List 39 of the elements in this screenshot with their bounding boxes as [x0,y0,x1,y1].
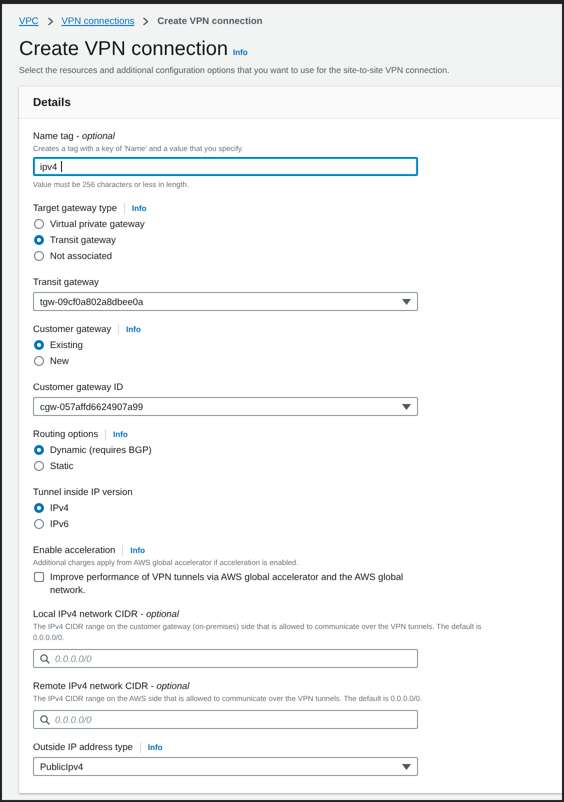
select-dropdown[interactable]: tgw-09cf0a802a8dbee0a [33,292,418,311]
radio-label: New [50,354,69,368]
panel-title: Details [33,96,71,108]
field-label: Enable acceleration [33,543,116,557]
field-label: Name tag - optional [33,129,115,143]
name-input-field[interactable]: ipv4 [33,157,418,176]
page-title: Create VPN connection [19,37,228,61]
search-field[interactable]: 0.0.0.0/0 [33,649,418,668]
info-link[interactable]: Info [122,544,146,556]
field-label: Customer gateway [33,322,112,336]
field-label: Transit gateway [33,275,99,289]
field-label: Remote IPv4 network CIDR - optional [33,679,190,693]
info-link[interactable]: Info [140,742,163,752]
radio-label: IPv6 [50,517,69,531]
radio-label: Virtual private gateway [50,217,145,231]
info-link[interactable]: Info [118,324,141,334]
radio-label: Dynamic (requires BGP) [50,443,152,457]
field-label: Outside IP address type [33,740,133,754]
field-label: Local IPv4 network CIDR - optional [33,607,179,621]
radio-label: IPv4 [50,501,69,515]
breadcrumb-link[interactable]: VPN connections [62,16,134,26]
field-label: Target gateway type [33,201,117,215]
page-description: Select the resources and additional configuration options that you want to use for the site-to-site VPN connection. [19,64,450,76]
radio-label: Not associated [50,249,112,263]
info-link[interactable]: Info [105,428,128,440]
radio-label: Existing [50,338,83,352]
checkbox-label: Improve performance of VPN tunnels via AWS global accelerator and the AWS global network. [50,570,404,596]
select-dropdown[interactable]: PublicIpv4 [33,757,418,776]
breadcrumb-link[interactable]: VPC [19,16,39,26]
radio-label: Static [50,459,74,473]
search-field[interactable]: 0.0.0.0/0 [33,710,418,729]
info-link[interactable]: Info [233,48,248,57]
radio-label: Transit gateway [50,233,116,247]
select-dropdown[interactable]: cgw-057affd6624907a99 [33,397,418,416]
field-label: Tunnel inside IP version [33,485,133,499]
breadcrumb-current: Create VPN connection [157,16,262,26]
field-label: Customer gateway ID [33,380,124,394]
field-label: Routing options [33,427,98,441]
info-link[interactable]: Info [124,202,147,214]
